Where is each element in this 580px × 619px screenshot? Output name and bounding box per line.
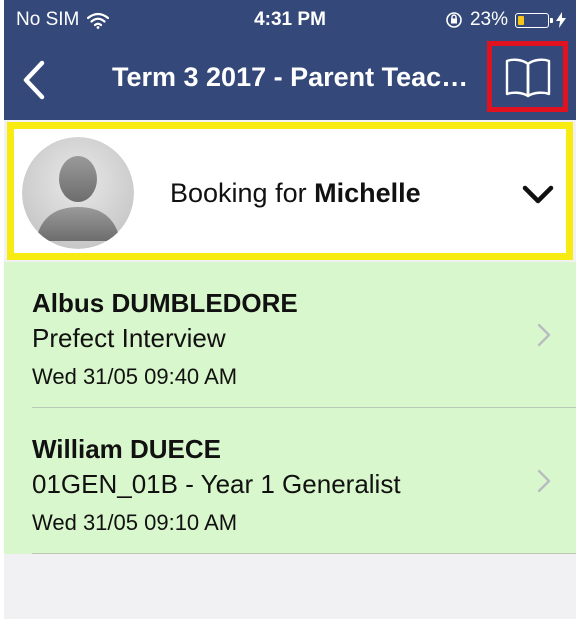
battery-fill — [518, 15, 524, 25]
battery-nub — [550, 17, 553, 23]
chevron-down-icon — [522, 185, 554, 204]
chevron-right-icon — [537, 469, 551, 493]
charging-bolt-icon — [556, 12, 566, 28]
row-separator — [32, 553, 576, 554]
battery-percent: 23% — [469, 9, 508, 30]
teacher-name: Albus DUMBLEDORE — [32, 288, 298, 318]
interview-subject: Prefect Interview — [32, 323, 226, 353]
app-screen: No SIM 4:31 PM 23% Term 3 2017 - Parent … — [4, 0, 576, 619]
person-silhouette-icon — [22, 137, 134, 249]
back-button[interactable] — [14, 58, 54, 102]
appointment-row-2[interactable]: William DUECE 01GEN_01B - Year 1 General… — [4, 408, 576, 554]
appointment-datetime: Wed 31/05 09:40 AM — [32, 364, 238, 389]
bookings-button[interactable] — [487, 41, 568, 112]
battery-icon — [515, 12, 553, 28]
appointment-datetime: Wed 31/05 09:10 AM — [32, 510, 238, 535]
orientation-lock-icon — [446, 12, 462, 28]
open-book-icon — [505, 58, 550, 97]
chevron-right-icon — [537, 323, 551, 347]
interview-subject: 01GEN_01B - Year 1 Generalist — [32, 469, 401, 499]
teacher-name: William DUECE — [32, 434, 222, 464]
student-selector[interactable]: Booking for Michelle — [7, 122, 573, 260]
status-bar: No SIM 4:31 PM 23% — [4, 0, 576, 40]
navigation-bar: Term 3 2017 - Parent Teacher Interviews — [4, 40, 576, 120]
booking-for-label: Booking for Michelle — [170, 178, 421, 209]
appointment-list: Albus DUMBLEDORE Prefect Interview Wed 3… — [4, 262, 576, 554]
student-name: Michelle — [314, 178, 421, 208]
chevron-left-icon — [23, 60, 45, 100]
page-title: Term 3 2017 - Parent Teacher Interviews — [112, 62, 472, 92]
status-right-group: 23% — [445, 9, 566, 31]
appointment-row-1[interactable]: Albus DUMBLEDORE Prefect Interview Wed 3… — [4, 262, 576, 408]
booking-prefix: Booking for — [170, 178, 315, 208]
top-bar: No SIM 4:31 PM 23% Term 3 2017 - Parent … — [4, 0, 576, 120]
